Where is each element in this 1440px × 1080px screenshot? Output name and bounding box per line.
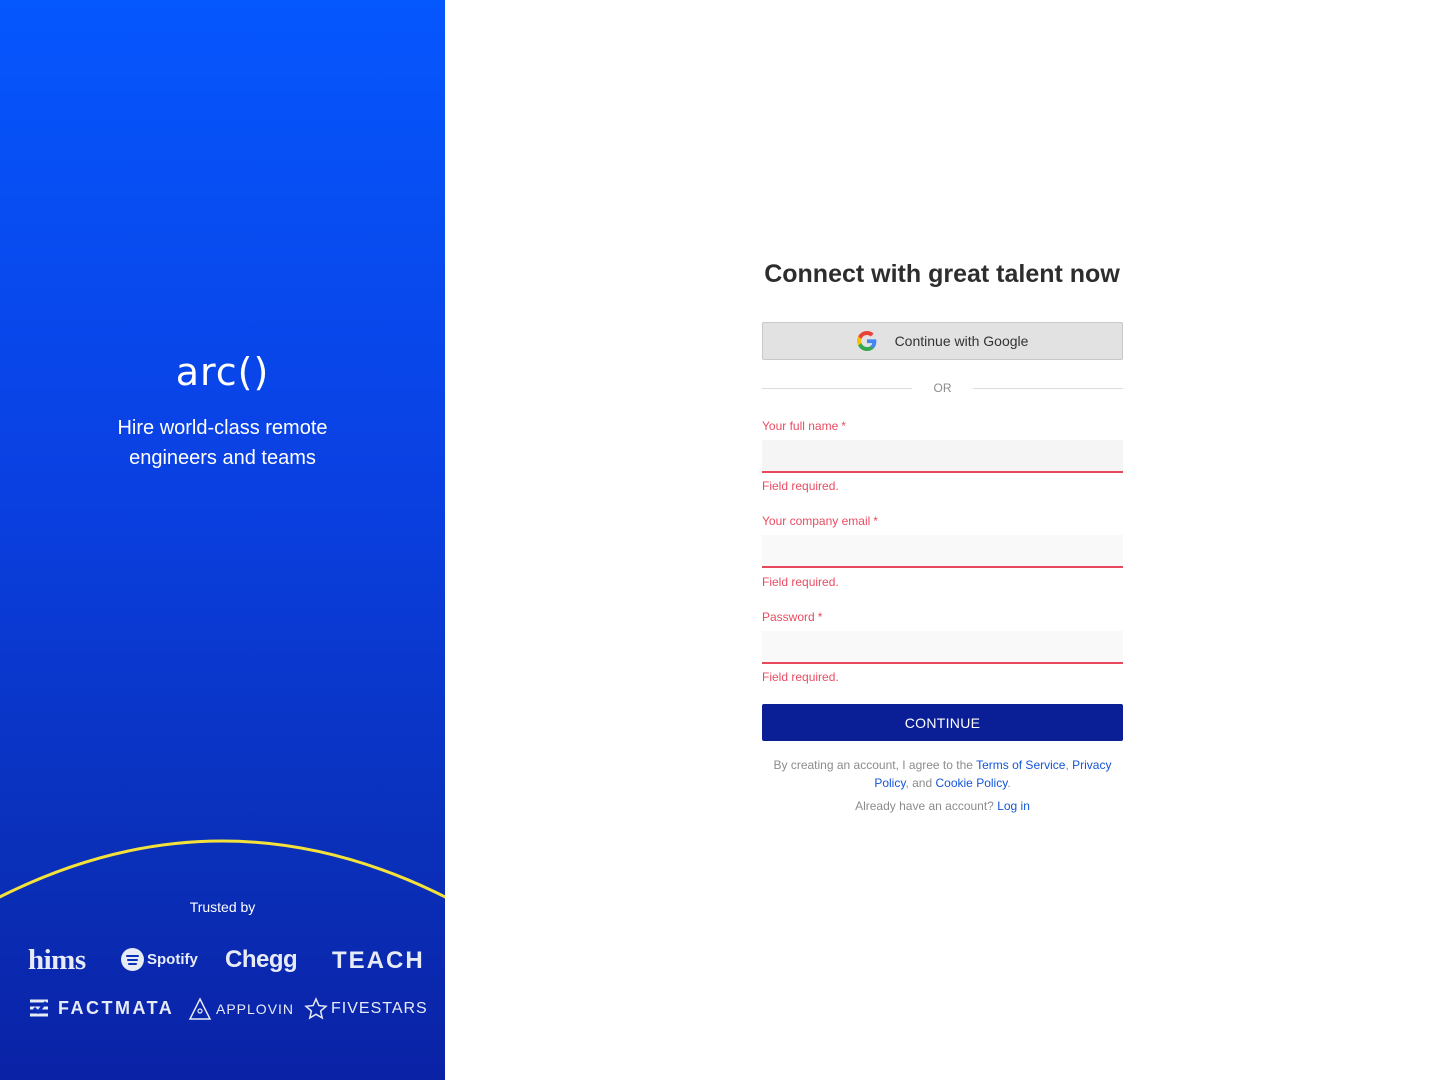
login-link[interactable]: Log in [997, 799, 1030, 813]
google-signin-button[interactable]: Continue with Google [762, 322, 1123, 360]
password-label-text: Password [762, 610, 815, 624]
applovin-icon [188, 997, 212, 1020]
chegg-logo: Chegg [225, 946, 298, 974]
factmata-logo-text: FACTMATA [58, 997, 175, 1018]
applovin-logo-text: APPLOVIN [216, 1001, 295, 1017]
terms-separator: , and [905, 776, 933, 790]
factmata-icon [30, 999, 48, 1017]
terms-of-service-link[interactable]: Terms of Service [976, 758, 1065, 772]
password-label: Password * [762, 610, 822, 624]
fivestars-logo: FIVESTARS [304, 997, 428, 1021]
hims-logo-text: hims [28, 944, 86, 976]
hims-logo: hims [28, 944, 86, 977]
login-prompt: Already have an account? Log in [762, 799, 1123, 813]
arc-logo: arc() [175, 350, 270, 394]
spotify-logo-text: Spotify [147, 951, 198, 968]
left-panel: arc() Hire world-class remote engineers … [0, 0, 445, 1080]
company-email-input[interactable] [762, 535, 1123, 568]
password-input[interactable] [762, 631, 1123, 664]
full-name-error: Field required. [762, 479, 839, 493]
google-icon [856, 331, 876, 351]
page-title: Connect with great talent now [764, 260, 1120, 288]
spotify-icon [121, 948, 144, 971]
full-name-input[interactable] [762, 440, 1123, 473]
trusted-by-label: Trusted by [189, 899, 256, 915]
spotify-logo: Spotify [121, 948, 198, 971]
full-name-label: Your full name * [762, 419, 846, 433]
required-marker: * [817, 610, 823, 624]
required-marker: * [841, 419, 846, 433]
fivestars-logo-text: FIVESTARS [331, 1000, 428, 1017]
chegg-logo-text: Chegg [225, 946, 298, 973]
or-divider: OR [762, 378, 1123, 398]
continue-button[interactable]: CONTINUE [762, 704, 1123, 741]
required-marker: * [873, 514, 878, 528]
cookie-policy-link[interactable]: Cookie Policy [936, 776, 1008, 790]
applovin-logo: APPLOVIN [188, 997, 294, 1021]
divider-line-right [973, 388, 1123, 389]
company-email-label: Your company email * [762, 514, 878, 528]
password-error: Field required. [762, 670, 839, 684]
full-name-label-text: Your full name [762, 419, 839, 433]
company-email-error: Field required. [762, 575, 839, 589]
signup-form: Connect with great talent now Continue w… [762, 256, 1123, 813]
terms-prefix: By creating an account, I agree to the [773, 758, 973, 772]
factmata-logo: FACTMATA [28, 997, 174, 1019]
company-email-label-text: Your company email [762, 514, 871, 528]
terms-suffix: . [1007, 776, 1011, 790]
star-icon [304, 997, 328, 1020]
tagline: Hire world-class remote engineers and te… [117, 417, 328, 469]
terms-separator: , [1065, 758, 1069, 772]
google-button-label: Continue with Google [894, 333, 1029, 349]
terms-notice: By creating an account, I agree to the T… [762, 756, 1123, 792]
teach-logo: TEACH [332, 947, 425, 975]
teach-logo-text: TEACH [332, 947, 425, 974]
login-prompt-text: Already have an account? [855, 799, 994, 813]
